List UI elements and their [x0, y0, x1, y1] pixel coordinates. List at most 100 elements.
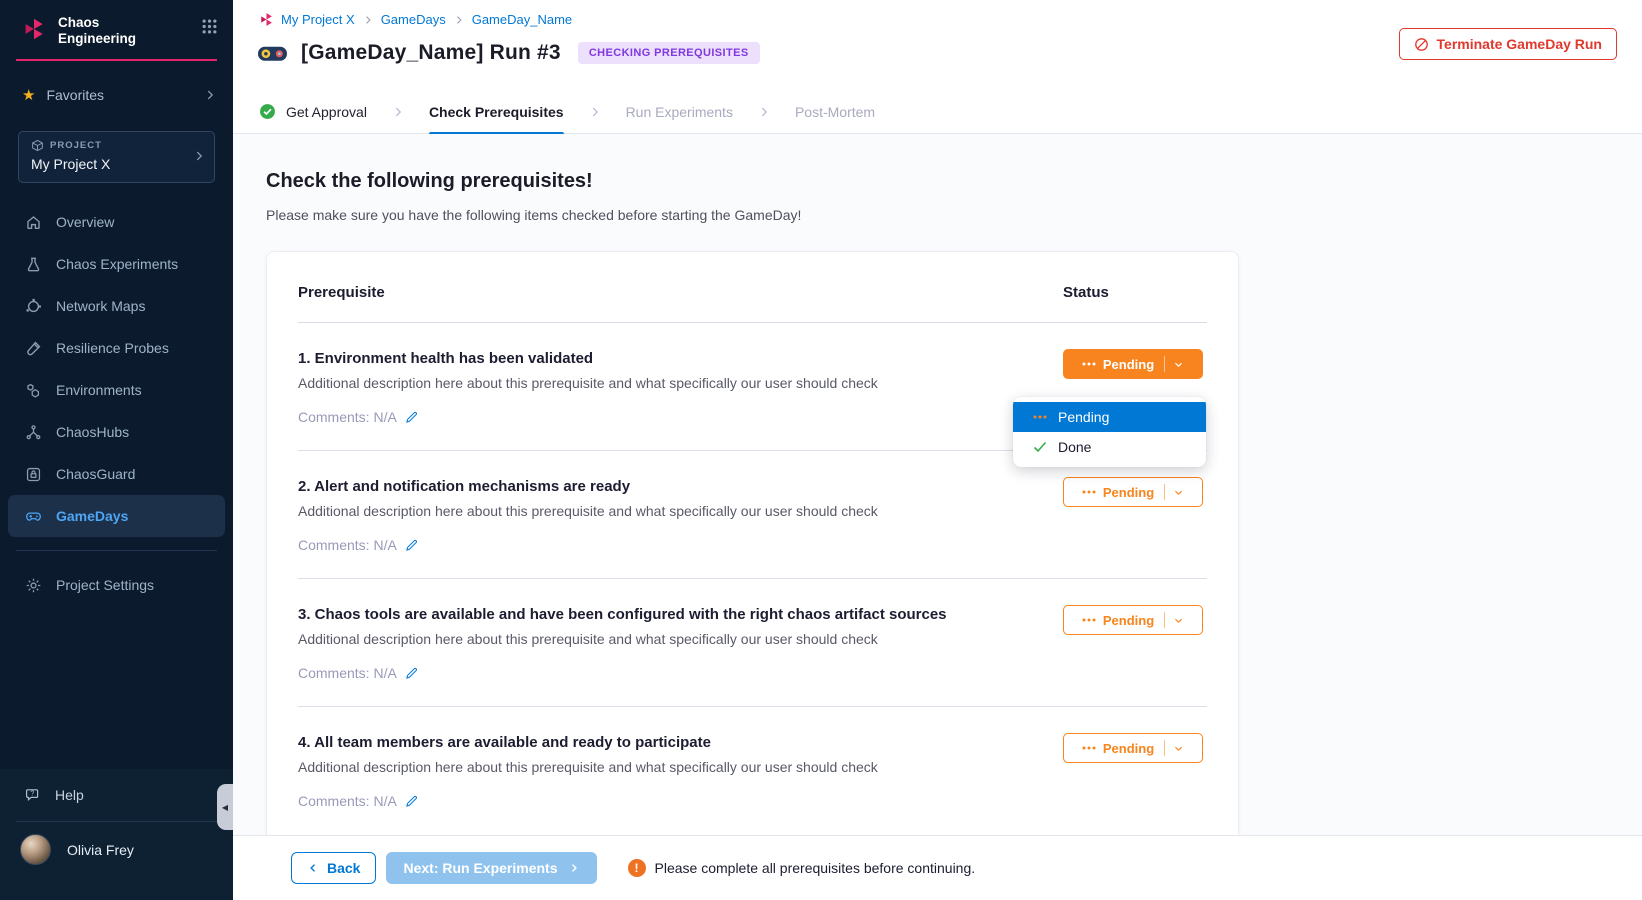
button-divider	[1164, 356, 1165, 372]
ban-icon	[1414, 37, 1429, 52]
step-label: Check Prerequisites	[429, 104, 564, 120]
chevron-down-icon	[1173, 487, 1184, 498]
breadcrumb-gameday-name-link[interactable]: GameDay_Name	[472, 12, 572, 27]
status-option-label: Pending	[1058, 409, 1109, 425]
prerequisite-row-2: 2. Alert and notification mechanisms are…	[298, 451, 1207, 579]
step-label: Get Approval	[286, 104, 367, 120]
prerequisite-title: 4. All team members are available and re…	[298, 733, 1043, 752]
step-label: Run Experiments	[626, 104, 733, 120]
sidebar-item-label: GameDays	[56, 508, 128, 524]
prerequisite-title: 2. Alert and notification mechanisms are…	[298, 477, 1043, 496]
prerequisite-description: Additional description here about this p…	[298, 374, 1043, 392]
sidebar-item-chaos-experiments[interactable]: Chaos Experiments	[0, 243, 233, 285]
footer-warning: Please complete all prerequisites before…	[628, 859, 976, 877]
sidebar-nav: Overview Chaos Experiments Network Maps …	[0, 201, 233, 537]
check-circle-icon	[259, 103, 276, 120]
status-label: Pending	[1103, 741, 1154, 756]
breadcrumb-project-link[interactable]: My Project X	[281, 12, 355, 27]
prerequisite-description: Additional description here about this p…	[298, 630, 1043, 648]
comments-label: Comments: N/A	[298, 793, 397, 809]
status-label: Pending	[1103, 357, 1154, 372]
step-run-experiments[interactable]: Run Experiments	[626, 90, 733, 134]
content-subheading: Please make sure you have the following …	[266, 207, 1642, 223]
check-icon	[1032, 441, 1047, 453]
prerequisites-card: Prerequisite Status 1. Environment healt…	[266, 251, 1239, 835]
pending-dots-icon	[1082, 618, 1096, 622]
page-title: [GameDay_Name] Run #3	[301, 41, 561, 65]
prerequisite-title: 1. Environment health has been validated	[298, 349, 1043, 368]
edit-pencil-icon[interactable]	[405, 538, 419, 552]
comments-label: Comments: N/A	[298, 409, 397, 425]
prerequisite-description: Additional description here about this p…	[298, 758, 1043, 776]
sidebar-item-label: Overview	[56, 214, 114, 230]
status-label: Pending	[1103, 485, 1154, 500]
next-run-experiments-button[interactable]: Next: Run Experiments	[386, 852, 596, 884]
sidebar-item-resilience-probes[interactable]: Resilience Probes	[0, 327, 233, 369]
chevron-right-icon	[391, 105, 405, 119]
module-switcher-icon[interactable]	[202, 19, 217, 34]
button-divider	[1164, 740, 1165, 756]
prerequisite-row-3: 3. Chaos tools are available and have be…	[298, 579, 1207, 707]
step-check-prerequisites[interactable]: Check Prerequisites	[429, 90, 564, 134]
back-button[interactable]: Back	[291, 852, 376, 884]
status-option-done[interactable]: Done	[1013, 432, 1206, 462]
flask-icon	[25, 256, 42, 273]
status-dropdown-button[interactable]: Pending	[1063, 477, 1203, 507]
status-option-pending[interactable]: Pending	[1013, 402, 1206, 432]
terminate-gameday-run-button[interactable]: Terminate GameDay Run	[1399, 28, 1617, 60]
comments-label: Comments: N/A	[298, 665, 397, 681]
sidebar-item-environments[interactable]: Environments	[0, 369, 233, 411]
project-selector[interactable]: PROJECT My Project X	[18, 131, 215, 183]
status-dropdown-menu: Pending Done	[1013, 397, 1206, 467]
pending-dots-icon	[1082, 490, 1096, 494]
button-divider	[1164, 612, 1165, 628]
sidebar-item-chaosguard[interactable]: ChaosGuard	[0, 453, 233, 495]
prerequisite-description: Additional description here about this p…	[298, 502, 1043, 520]
edit-pencil-icon[interactable]	[405, 666, 419, 680]
chevron-right-icon	[453, 14, 465, 26]
chaos-engineering-logo-icon	[22, 17, 46, 41]
status-dropdown-button[interactable]: Pending	[1063, 349, 1203, 379]
sidebar-item-label: Chaos Experiments	[56, 256, 178, 272]
sidebar-item-gamedays[interactable]: GameDays	[8, 495, 225, 537]
prerequisite-title: 3. Chaos tools are available and have be…	[298, 605, 1043, 624]
sidebar-item-overview[interactable]: Overview	[0, 201, 233, 243]
status-dropdown-button[interactable]: Pending	[1063, 605, 1203, 635]
sidebar: Chaos Engineering Favorites PROJECT My P…	[0, 0, 233, 900]
run-status-badge: CHECKING PREREQUISITES	[578, 42, 760, 64]
sidebar-item-chaoshubs[interactable]: ChaosHubs	[0, 411, 233, 453]
help-label: Help	[55, 787, 84, 803]
chevron-down-icon	[1173, 615, 1184, 626]
footer-action-bar: Back Next: Run Experiments Please comple…	[233, 835, 1642, 900]
sidebar-item-label: ChaosHubs	[56, 424, 129, 440]
chevron-left-icon	[307, 862, 319, 874]
user-name: Olivia Frey	[67, 842, 134, 858]
edit-pencil-icon[interactable]	[405, 410, 419, 424]
pending-dots-icon	[1082, 746, 1096, 750]
step-get-approval[interactable]: Get Approval	[259, 90, 367, 134]
chevron-down-icon	[1173, 359, 1184, 370]
gamepad-color-icon	[257, 43, 288, 64]
help-chat-icon: ?	[25, 787, 41, 803]
status-dropdown-button[interactable]: Pending	[1063, 733, 1203, 763]
sidebar-collapse-handle[interactable]: ◀	[217, 784, 233, 830]
favorites-item[interactable]: Favorites	[22, 86, 217, 104]
breadcrumb-gamedays-link[interactable]: GameDays	[381, 12, 446, 27]
sidebar-item-label: Project Settings	[56, 577, 154, 593]
warning-text: Please complete all prerequisites before…	[655, 860, 976, 876]
pending-dots-icon	[1082, 362, 1096, 366]
step-post-mortem[interactable]: Post-Mortem	[795, 90, 875, 134]
column-header-prerequisite: Prerequisite	[298, 284, 1063, 301]
sidebar-item-label: ChaosGuard	[56, 466, 135, 482]
sidebar-item-project-settings[interactable]: Project Settings	[0, 564, 233, 606]
chevron-right-icon	[757, 105, 771, 119]
collapse-left-icon: ◀	[222, 803, 228, 812]
edit-pencil-icon[interactable]	[405, 794, 419, 808]
user-profile[interactable]: Olivia Frey	[0, 822, 233, 865]
help-item[interactable]: ? Help	[0, 769, 233, 821]
sidebar-item-network-maps[interactable]: Network Maps	[0, 285, 233, 327]
content-heading: Check the following prerequisites!	[266, 170, 1642, 193]
gear-icon	[25, 577, 42, 594]
home-icon	[25, 214, 42, 231]
run-stepper: Get Approval Check Prerequisites Run Exp…	[233, 90, 1642, 134]
